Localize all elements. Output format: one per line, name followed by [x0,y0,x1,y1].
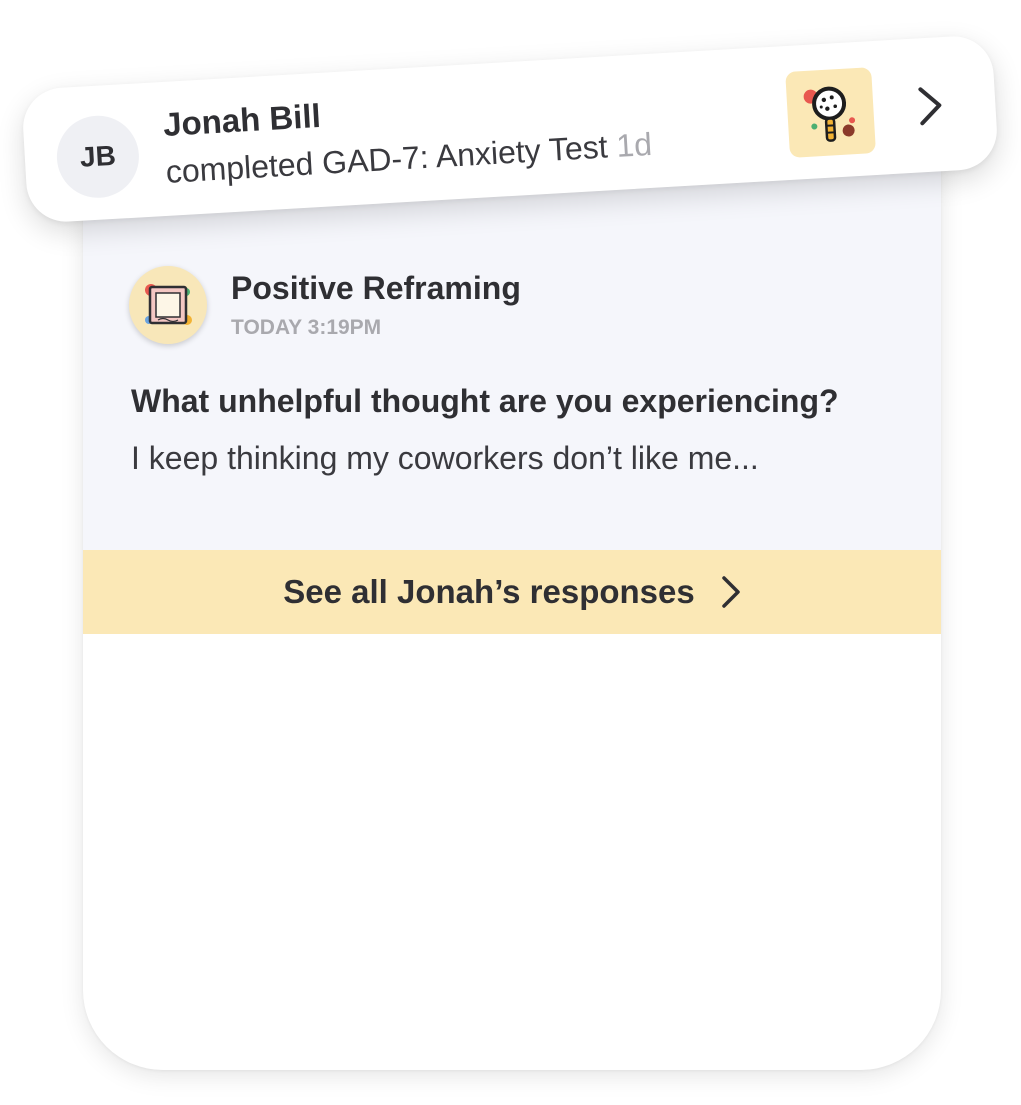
avatar: JB [54,113,142,201]
notification-user-name: Jonah Bill [162,96,322,143]
see-all-responses-button[interactable]: See all Jonah’s responses [83,550,941,634]
see-all-responses-label: See all Jonah’s responses [283,573,695,610]
response-question: What unhelpful thought are you experienc… [131,383,839,419]
activity-title: Positive Reframing [231,270,521,306]
magnifying-glass-icon [785,67,876,158]
activity-card: Positive Reframing TODAY 3:19PM What unh… [83,150,941,1070]
chevron-right-icon [721,575,741,609]
chevron-right-icon[interactable] [912,83,948,129]
notification-time-ago: 1d [615,125,653,164]
activity-timestamp: TODAY 3:19PM [231,316,382,339]
picture-frame-icon [129,266,207,344]
response-answer: I keep thinking my coworkers don’t like … [131,440,759,476]
